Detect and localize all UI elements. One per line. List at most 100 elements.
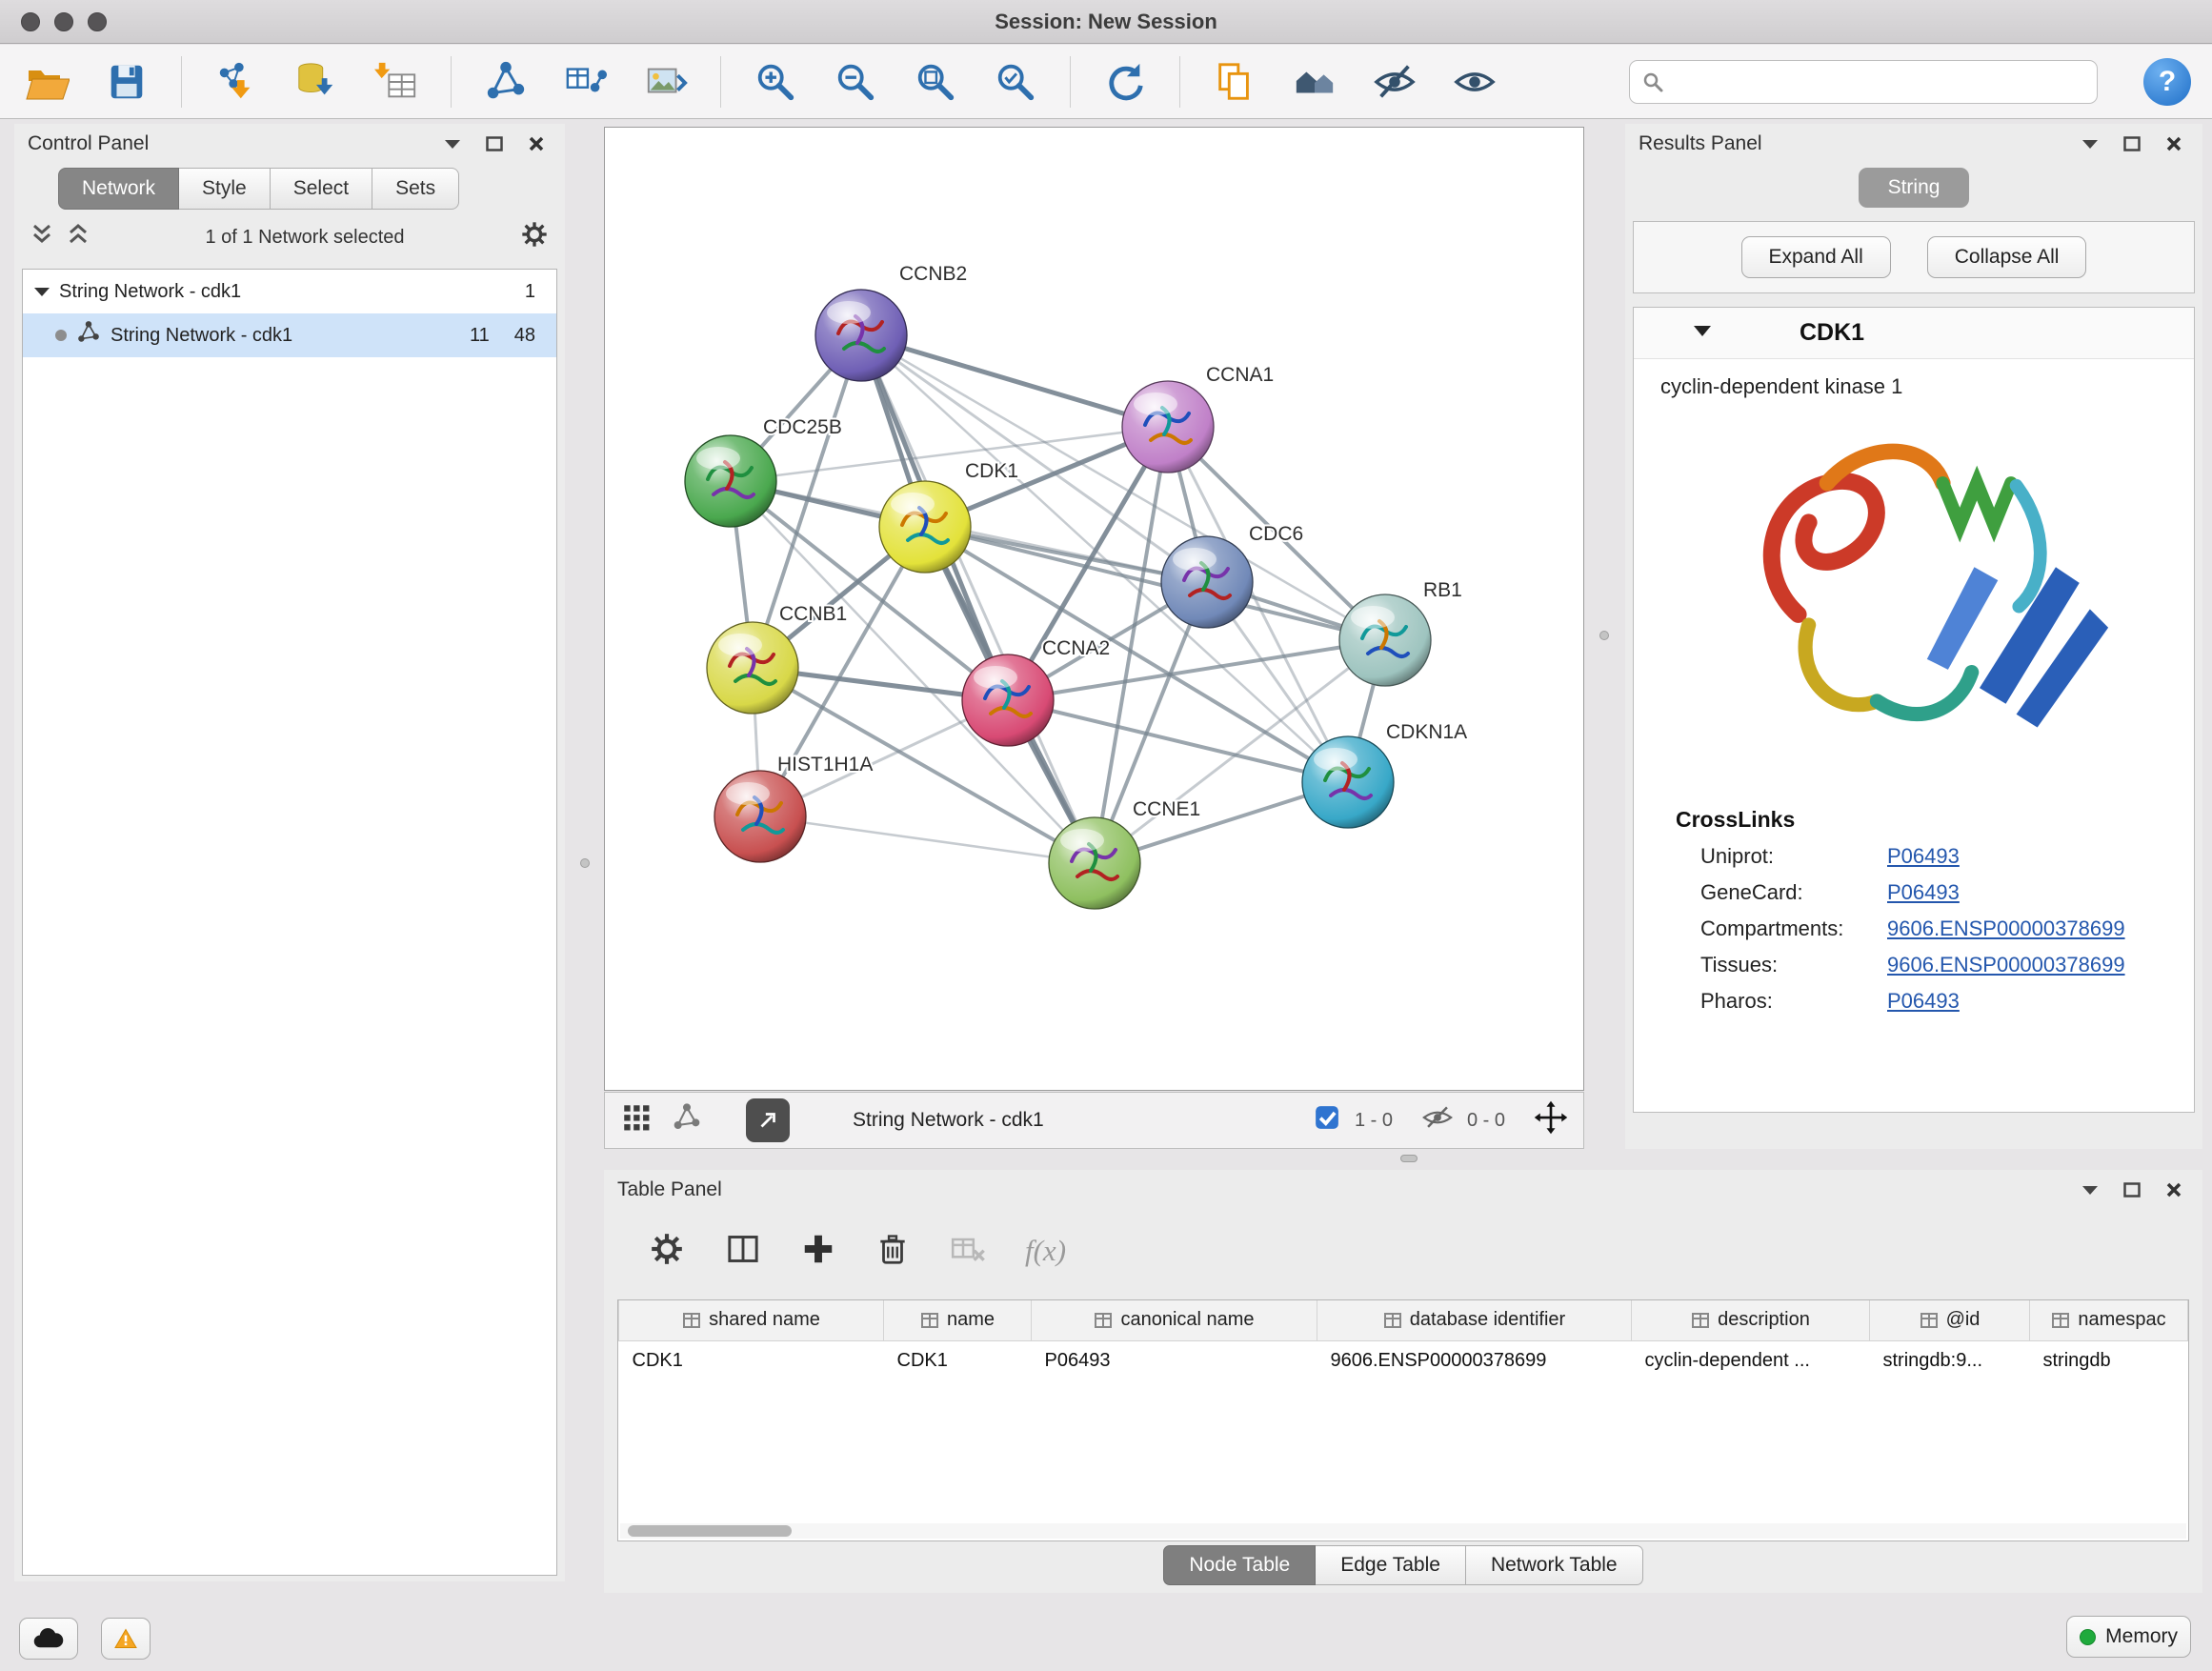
cloud-sync-button[interactable] (19, 1618, 78, 1660)
cell-canonical-name[interactable]: P06493 (1032, 1340, 1317, 1380)
show-all-icon[interactable] (1449, 56, 1500, 108)
collapse-all-button[interactable]: Collapse All (1927, 236, 2087, 278)
section-caret-icon[interactable] (1693, 325, 1712, 342)
crosslink-uniprot-link[interactable]: P06493 (1887, 844, 1960, 869)
cell-shared-name[interactable]: CDK1 (619, 1340, 884, 1380)
network-canvas[interactable]: CCNB2CCNA1CDC25BCDK1CDC6RB1CCNB1CCNA2CDK… (604, 127, 1584, 1091)
vertical-splitter-handle[interactable] (580, 858, 590, 868)
column-header-name[interactable]: name (884, 1300, 1032, 1340)
close-panel-icon[interactable] (2159, 1178, 2189, 1202)
search-input[interactable] (1674, 70, 2085, 92)
edge-HIST1H1A-CCNE1[interactable] (760, 816, 1095, 863)
cell-database-identifier[interactable]: 9606.ENSP00000378699 (1317, 1340, 1632, 1380)
open-in-external-button[interactable] (746, 1098, 790, 1142)
refresh-icon[interactable] (1099, 56, 1151, 108)
zoom-fit-icon[interactable] (910, 56, 961, 108)
network-tree-root-row[interactable]: String Network - cdk1 1 (23, 270, 556, 313)
home-icon[interactable] (1289, 56, 1340, 108)
crosslink-tissues-link[interactable]: 9606.ENSP00000378699 (1887, 953, 2125, 977)
search-box[interactable] (1629, 60, 2098, 104)
function-builder-icon[interactable]: f(x) (1025, 1234, 1066, 1268)
gear-icon[interactable] (519, 219, 550, 255)
tab-select[interactable]: Select (271, 168, 372, 210)
table-row[interactable]: CDK1 CDK1 P06493 9606.ENSP00000378699 cy… (619, 1340, 2188, 1380)
network-node-CCNA1[interactable]: CCNA1 (1122, 364, 1274, 473)
tab-style[interactable]: Style (179, 168, 271, 210)
pan-move-icon[interactable] (1534, 1100, 1568, 1140)
cell-id[interactable]: stringdb:9... (1870, 1340, 2030, 1380)
import-network-database-icon[interactable] (291, 56, 342, 108)
share-network-icon[interactable] (480, 56, 532, 108)
selected-checkbox-icon[interactable] (1313, 1103, 1341, 1137)
memory-button[interactable]: Memory (2066, 1616, 2191, 1658)
tab-node-table[interactable]: Node Table (1163, 1545, 1316, 1585)
gene-section-header[interactable]: CDK1 (1634, 308, 2194, 359)
column-header-database-identifier[interactable]: database identifier (1317, 1300, 1632, 1340)
cell-description[interactable]: cyclin-dependent ... (1632, 1340, 1870, 1380)
expand-all-icon[interactable] (66, 223, 90, 252)
hide-selected-icon[interactable] (1369, 56, 1420, 108)
float-panel-icon[interactable] (2117, 131, 2147, 156)
vertical-splitter-handle[interactable] (1599, 631, 1609, 640)
network-node-CCNB2[interactable]: CCNB2 (815, 263, 967, 381)
network-node-RB1[interactable]: RB1 (1339, 579, 1462, 686)
delete-column-trash-icon[interactable] (875, 1231, 911, 1272)
warnings-button[interactable] (101, 1618, 151, 1660)
network-graph[interactable]: CCNB2CCNA1CDC25BCDK1CDC6RB1CCNB1CCNA2CDK… (605, 128, 1583, 1090)
tab-network[interactable]: Network (58, 168, 179, 210)
close-panel-icon[interactable] (2159, 131, 2189, 156)
open-folder-icon[interactable] (21, 56, 72, 108)
horizontal-splitter-handle[interactable] (1400, 1155, 1418, 1162)
export-image-icon[interactable] (640, 56, 692, 108)
column-header-id[interactable]: @id (1870, 1300, 2030, 1340)
cell-name[interactable]: CDK1 (884, 1340, 1032, 1380)
column-header-canonical-name[interactable]: canonical name (1032, 1300, 1317, 1340)
close-window-button[interactable] (21, 12, 40, 31)
column-header-namespace[interactable]: namespac (2030, 1300, 2188, 1340)
collapse-all-icon[interactable] (30, 223, 54, 252)
panel-menu-icon[interactable] (2075, 1178, 2105, 1202)
panel-menu-icon[interactable] (2075, 131, 2105, 156)
network-share-icon[interactable] (672, 1102, 702, 1138)
import-table-icon[interactable] (371, 56, 422, 108)
network-tree-item[interactable]: String Network - cdk1 11 48 (23, 313, 556, 357)
hidden-eye-slash-icon[interactable] (1421, 1101, 1454, 1139)
scrollbar-thumb[interactable] (628, 1525, 792, 1537)
duplicate-network-icon[interactable] (1209, 56, 1260, 108)
edge-CCNA2-CDKN1A[interactable] (1008, 700, 1348, 782)
float-panel-icon[interactable] (2117, 1178, 2147, 1202)
edge-CCNB2-CCNA1[interactable] (861, 335, 1168, 427)
zoom-out-icon[interactable] (830, 56, 881, 108)
crosslink-compartments-link[interactable]: 9606.ENSP00000378699 (1887, 916, 2125, 941)
network-node-CDC6[interactable]: CDC6 (1161, 523, 1303, 628)
crosslink-genecard-link[interactable]: P06493 (1887, 880, 1960, 905)
float-panel-icon[interactable] (479, 131, 510, 156)
tab-sets[interactable]: Sets (372, 168, 459, 210)
import-network-file-icon[interactable] (211, 56, 262, 108)
column-header-description[interactable]: description (1632, 1300, 1870, 1340)
string-tab-badge[interactable]: String (1859, 168, 1969, 208)
network-node-CDKN1A[interactable]: CDKN1A (1302, 721, 1467, 828)
zoom-in-icon[interactable] (750, 56, 801, 108)
tree-caret-icon[interactable] (34, 281, 50, 303)
edge-CCNB2-CCNE1[interactable] (861, 335, 1095, 863)
minimize-window-button[interactable] (54, 12, 73, 31)
cell-namespace[interactable]: stringdb (2030, 1340, 2188, 1380)
network-node-HIST1H1A[interactable]: HIST1H1A (714, 754, 873, 862)
tab-edge-table[interactable]: Edge Table (1316, 1545, 1466, 1585)
add-column-icon[interactable] (800, 1231, 836, 1272)
tab-network-table[interactable]: Network Table (1466, 1545, 1643, 1585)
network-node-CDK1[interactable]: CDK1 (879, 460, 1018, 573)
expand-all-button[interactable]: Expand All (1741, 236, 1891, 278)
show-columns-icon[interactable] (724, 1230, 762, 1273)
crosslink-pharos-link[interactable]: P06493 (1887, 989, 1960, 1014)
zoom-selected-icon[interactable] (990, 56, 1041, 108)
panel-menu-icon[interactable] (437, 131, 468, 156)
help-button[interactable]: ? (2143, 58, 2191, 106)
column-header-shared-name[interactable]: shared name (619, 1300, 884, 1340)
birdseye-view-icon[interactable] (620, 1101, 653, 1139)
save-icon[interactable] (101, 56, 152, 108)
maximize-window-button[interactable] (88, 12, 107, 31)
horizontal-scrollbar[interactable] (620, 1523, 2186, 1539)
network-table-icon[interactable] (560, 56, 612, 108)
